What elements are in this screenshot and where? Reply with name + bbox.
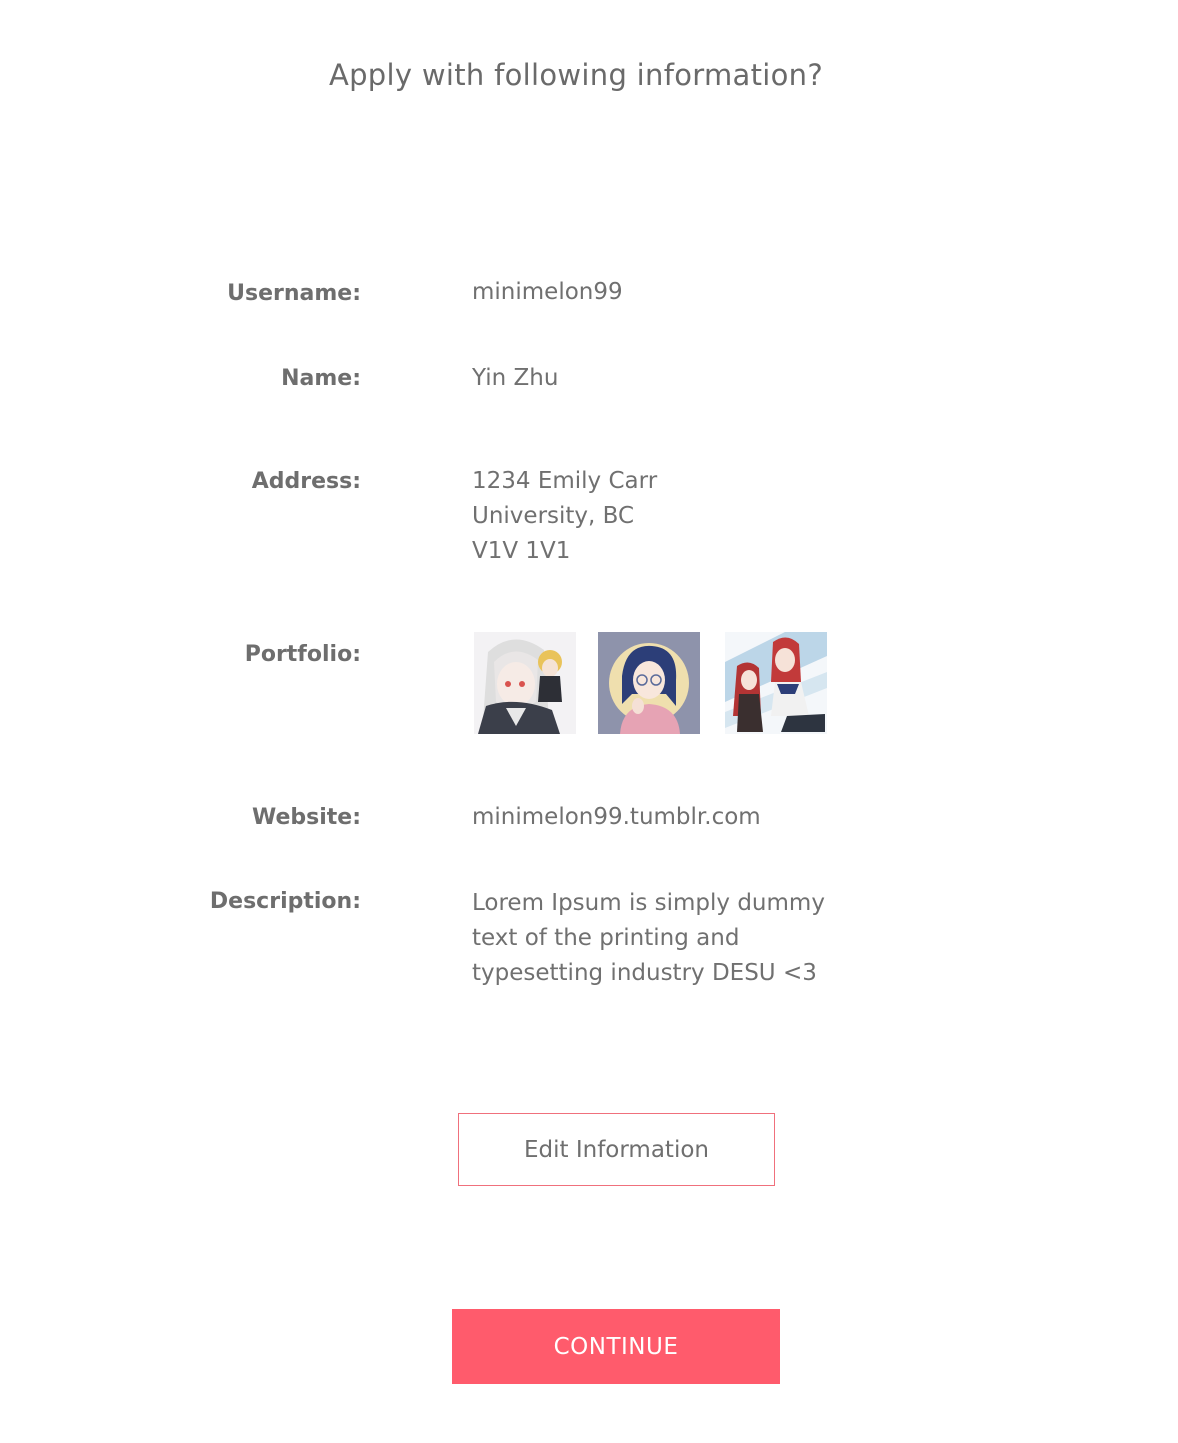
name-value: Yin Zhu	[472, 365, 559, 391]
address-line-1: 1234 Emily Carr	[472, 468, 658, 494]
address-label: Address:	[251, 469, 361, 494]
description-value: Lorem Ipsum is simply dummy text of the …	[472, 886, 825, 991]
address-value: 1234 Emily Carr University, BC V1V 1V1	[472, 464, 657, 569]
portfolio-image-1[interactable]	[474, 632, 576, 734]
portfolio-image-3[interactable]	[725, 632, 827, 734]
description-line-1: Lorem Ipsum is simply dummy	[472, 890, 825, 916]
website-label: Website:	[251, 805, 361, 830]
continue-button[interactable]: CONTINUE	[452, 1309, 780, 1384]
username-label: Username:	[227, 281, 361, 306]
edit-information-button[interactable]: Edit Information	[458, 1113, 775, 1186]
address-line-3: V1V 1V1	[472, 538, 571, 564]
page-title: Apply with following information?	[328, 58, 824, 92]
edit-information-label: Edit Information	[524, 1136, 709, 1163]
portfolio-image-2[interactable]	[598, 632, 700, 734]
portfolio-label: Portfolio:	[244, 642, 361, 667]
description-line-2: text of the printing and	[472, 925, 740, 951]
description-label: Description:	[209, 889, 361, 914]
website-link[interactable]: minimelon99.tumblr.com	[472, 800, 761, 835]
continue-label: CONTINUE	[553, 1333, 679, 1360]
description-line-3: typesetting industry DESU <3	[472, 960, 817, 986]
username-value: minimelon99	[472, 279, 623, 305]
name-label: Name:	[281, 366, 361, 391]
address-line-2: University, BC	[472, 503, 635, 529]
